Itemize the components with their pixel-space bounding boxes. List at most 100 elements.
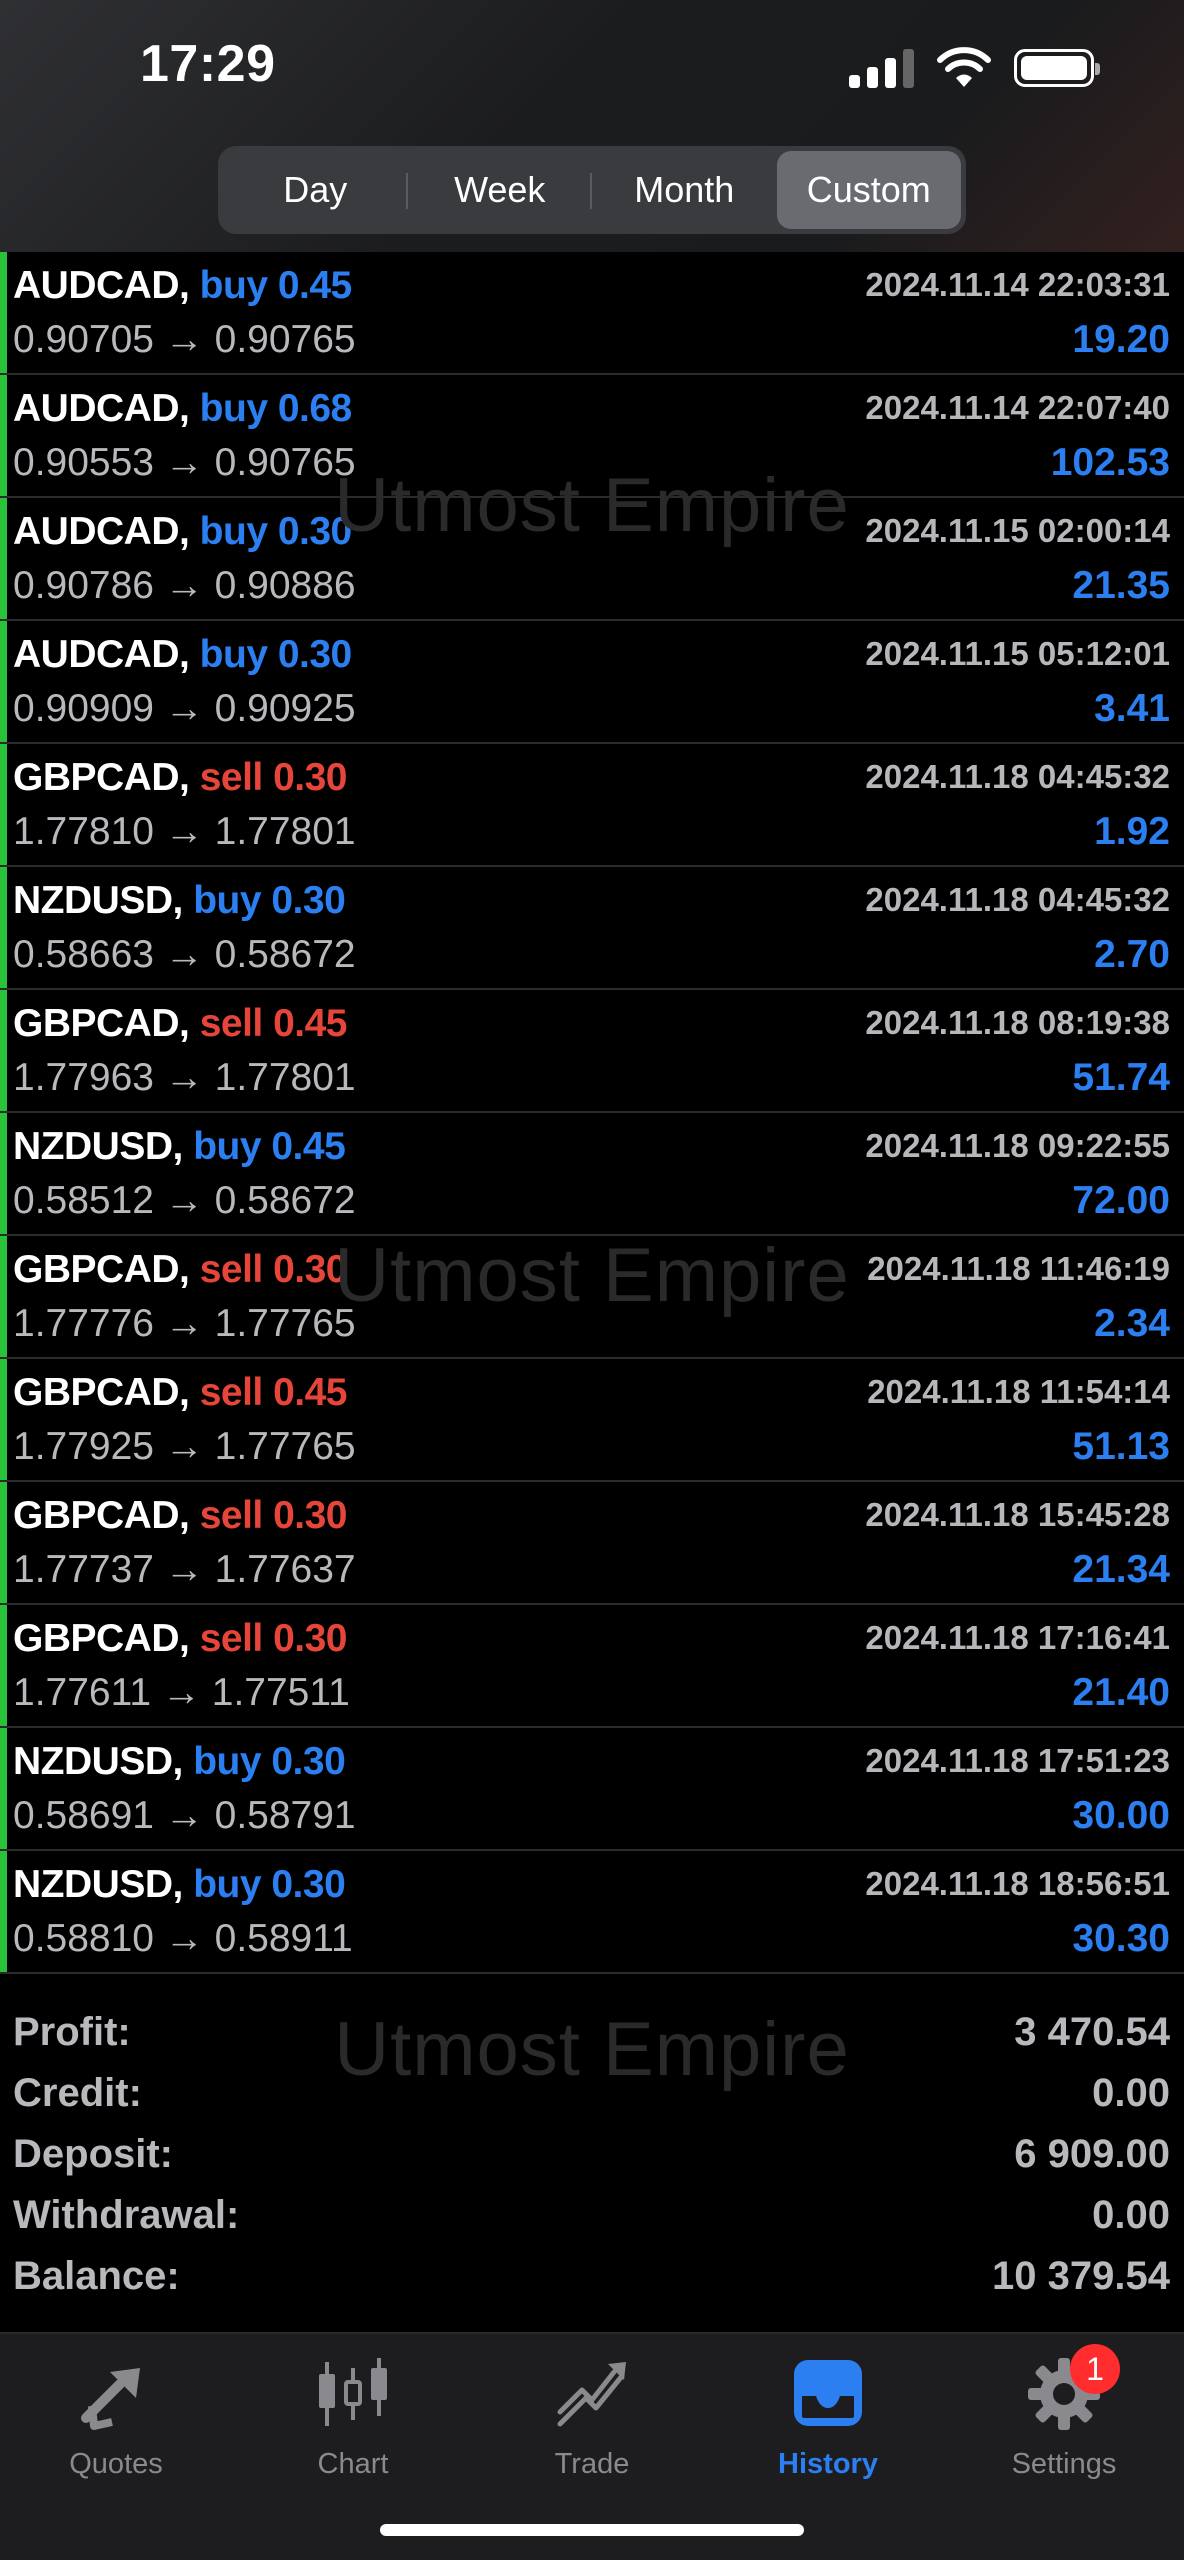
tab-history[interactable]: History (748, 2354, 908, 2504)
trade-prices: 0.90705 → 0.90765 (13, 318, 356, 361)
trade-symbol: AUDCAD, (13, 633, 190, 676)
trade-prices: 1.77611 → 1.77511 (13, 1671, 350, 1714)
candlestick-chart-icon (313, 2354, 393, 2434)
summary-label: Credit: (13, 2071, 142, 2115)
trade-row[interactable]: AUDCAD, buy 0.30 0.90786 → 0.90886 2024.11… (0, 498, 1184, 621)
trade-symbol: GBPCAD, (13, 1371, 190, 1414)
trade-prices: 1.77810 → 1.77801 (13, 810, 356, 853)
position-marker (0, 498, 7, 619)
trade-prices: 1.77963 → 1.77801 (13, 1056, 356, 1099)
tab-settings[interactable]: 1 Settings (984, 2344, 1144, 2504)
trade-side-volume: buy 0.45 (193, 1125, 346, 1168)
trade-prices: 0.58691 → 0.58791 (13, 1794, 356, 1837)
trade-symbol-line: GBPCAD, sell 0.30 (13, 1248, 347, 1292)
trade-symbol: GBPCAD, (13, 1617, 190, 1660)
tab-month[interactable]: Month (592, 151, 777, 229)
quotes-icon (76, 2354, 156, 2434)
period-segmented-control: Day Week Month Custom (218, 146, 966, 234)
summary-value: 0.00 (1092, 2193, 1170, 2237)
position-marker (0, 1728, 7, 1849)
trade-row[interactable]: GBPCAD, sell 0.30 1.77776 → 1.77765 2024.1… (0, 1236, 1184, 1359)
tab-day[interactable]: Day (223, 151, 408, 229)
trade-symbol: AUDCAD, (13, 510, 190, 553)
trade-time: 2024.11.18 08:19:38 (865, 1004, 1170, 1041)
trade-profit: 3.41 (1094, 687, 1170, 730)
summary-label: Withdrawal: (13, 2193, 240, 2237)
trade-profit: 21.34 (1072, 1548, 1170, 1591)
trade-profit: 21.35 (1072, 564, 1170, 607)
position-marker (0, 990, 7, 1111)
tab-chart[interactable]: Chart (273, 2354, 433, 2504)
trade-side-volume: buy 0.30 (193, 1740, 346, 1783)
trade-symbol-line: AUDCAD, buy 0.30 (13, 510, 352, 554)
trade-row[interactable]: GBPCAD, sell 0.30 1.77810 → 1.77801 2024.1… (0, 744, 1184, 867)
trade-symbol-line: GBPCAD, sell 0.45 (13, 1002, 347, 1046)
summary-value: 0.00 (1092, 2071, 1170, 2115)
trade-side-volume: sell 0.30 (199, 756, 348, 799)
trade-row[interactable]: AUDCAD, buy 0.30 0.90909 → 0.90925 2024.11… (0, 621, 1184, 744)
trade-symbol: NZDUSD, (13, 1863, 183, 1906)
header: 17:29 Day Week Month Custom (0, 0, 1184, 252)
trade-prices: 0.90786 → 0.90886 (13, 564, 356, 607)
trade-prices: 1.77925 → 1.77765 (13, 1425, 356, 1468)
trade-symbol: AUDCAD, (13, 264, 190, 307)
notification-badge: 1 (1070, 2344, 1120, 2394)
summary-row-deposit: Deposit: 6 909.00 (0, 2122, 1184, 2183)
trade-side-volume: sell 0.45 (199, 1371, 348, 1414)
trade-row[interactable]: GBPCAD, sell 0.30 1.77737 → 1.77637 2024.1… (0, 1482, 1184, 1605)
trade-time: 2024.11.18 11:54:14 (867, 1373, 1170, 1410)
position-marker (0, 1605, 7, 1726)
trade-side-volume: sell 0.30 (199, 1617, 348, 1660)
tab-label: History (778, 2448, 878, 2480)
trade-prices: 0.58810 → 0.58911 (13, 1917, 353, 1960)
tab-quotes[interactable]: Quotes (36, 2354, 196, 2504)
trade-symbol-line: GBPCAD, sell 0.30 (13, 756, 347, 800)
trade-row[interactable]: NZDUSD, buy 0.30 0.58663 → 0.58672 2024.11… (0, 867, 1184, 990)
tab-week[interactable]: Week (408, 151, 593, 229)
trade-profit: 51.13 (1072, 1425, 1170, 1468)
trade-row[interactable]: NZDUSD, buy 0.30 0.58691 → 0.58791 2024.11… (0, 1728, 1184, 1851)
trade-row[interactable]: GBPCAD, sell 0.45 1.77963 → 1.77801 2024.1… (0, 990, 1184, 1113)
tab-label: Quotes (69, 2448, 163, 2480)
position-marker (0, 621, 7, 742)
position-marker (0, 744, 7, 865)
trade-profit: 1.92 (1094, 810, 1170, 853)
gear-icon: 1 (1024, 2344, 1120, 2434)
trade-prices: 1.77776 → 1.77765 (13, 1302, 356, 1345)
status-time: 17:29 (140, 35, 276, 93)
tab-trade[interactable]: Trade (512, 2354, 672, 2504)
summary-row-withdrawal: Withdrawal: 0.00 (0, 2183, 1184, 2244)
trade-row[interactable]: GBPCAD, sell 0.45 1.77925 → 1.77765 2024.1… (0, 1359, 1184, 1482)
trade-symbol: GBPCAD, (13, 1002, 190, 1045)
trade-prices: 0.58663 → 0.58672 (13, 933, 356, 976)
trade-row[interactable]: AUDCAD, buy 0.68 0.90553 → 0.90765 2024.11… (0, 375, 1184, 498)
trade-time: 2024.11.18 18:56:51 (865, 1865, 1170, 1902)
trade-row[interactable]: GBPCAD, sell 0.30 1.77611 → 1.77511 2024.1… (0, 1605, 1184, 1728)
trade-symbol-line: NZDUSD, buy 0.30 (13, 1740, 346, 1784)
trade-side-volume: sell 0.45 (199, 1002, 348, 1045)
trade-time: 2024.11.18 15:45:28 (865, 1496, 1170, 1533)
summary-label: Deposit: (13, 2132, 173, 2176)
trade-profit: 2.34 (1094, 1302, 1170, 1345)
trade-symbol-line: NZDUSD, buy 0.45 (13, 1125, 346, 1169)
trade-symbol: AUDCAD, (13, 387, 190, 430)
tab-custom[interactable]: Custom (776, 151, 961, 229)
trade-row[interactable]: NZDUSD, buy 0.30 0.58810 → 0.58911 2024.11… (0, 1851, 1184, 1974)
trade-side-volume: buy 0.30 (193, 1863, 346, 1906)
trade-row[interactable]: AUDCAD, buy 0.45 0.90705 → 0.90765 2024.11… (0, 252, 1184, 375)
tab-label: Trade (554, 2448, 630, 2480)
trade-symbol: NZDUSD, (13, 1125, 183, 1168)
cellular-signal-icon (849, 48, 914, 88)
trade-symbol: NZDUSD, (13, 1740, 183, 1783)
battery-icon (1014, 49, 1100, 87)
trade-time: 2024.11.14 22:07:40 (865, 389, 1170, 426)
trade-symbol: GBPCAD, (13, 1494, 190, 1537)
summary-value: 6 909.00 (1014, 2132, 1170, 2176)
trade-symbol: NZDUSD, (13, 879, 183, 922)
trade-symbol-line: NZDUSD, buy 0.30 (13, 1863, 346, 1907)
trade-row[interactable]: NZDUSD, buy 0.45 0.58512 → 0.58672 2024.11… (0, 1113, 1184, 1236)
trade-symbol-line: NZDUSD, buy 0.30 (13, 879, 346, 923)
trade-prices: 0.90553 → 0.90765 (13, 441, 356, 484)
position-marker (0, 1482, 7, 1603)
trade-time: 2024.11.18 04:45:32 (865, 881, 1170, 918)
